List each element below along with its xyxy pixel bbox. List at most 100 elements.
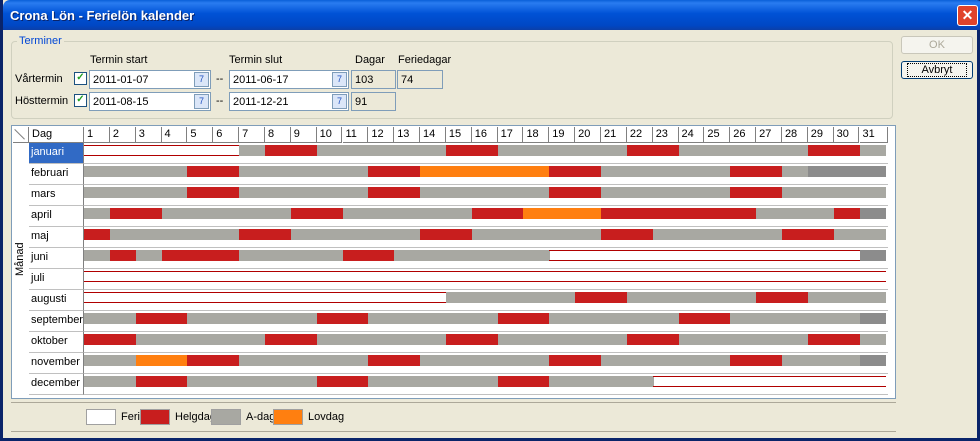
day-cell[interactable]	[626, 355, 654, 366]
day-cell[interactable]	[575, 334, 602, 345]
day-cell[interactable]	[109, 376, 137, 387]
day-cell[interactable]	[135, 166, 163, 177]
day-cell[interactable]	[523, 166, 551, 177]
hosttermin-end-field[interactable]: 2011-12-21 7	[229, 92, 349, 111]
day-cell-ferie[interactable]	[290, 281, 318, 282]
day-cell[interactable]	[678, 166, 706, 177]
day-cell-ferie[interactable]	[833, 376, 861, 377]
day-cell[interactable]	[730, 166, 758, 177]
day-cell-ferie[interactable]	[678, 260, 706, 261]
day-cell[interactable]	[290, 334, 318, 345]
day-cell[interactable]	[471, 313, 499, 324]
day-cell-ferie[interactable]	[859, 271, 887, 272]
month-label-februari[interactable]: februari	[29, 164, 84, 185]
day-cell[interactable]	[730, 355, 758, 366]
month-label-juni[interactable]: juni	[29, 248, 84, 269]
day-cell[interactable]	[84, 313, 111, 324]
day-cell[interactable]	[471, 292, 499, 303]
day-cell[interactable]	[652, 355, 680, 366]
day-cell-ferie[interactable]	[471, 281, 499, 282]
day-cell-ferie[interactable]	[781, 260, 809, 261]
day-cell[interactable]	[601, 313, 628, 324]
month-label-augusti[interactable]: augusti	[29, 290, 84, 311]
day-cell[interactable]	[497, 250, 525, 261]
day-cell[interactable]	[342, 250, 370, 261]
day-cell-ferie[interactable]	[187, 292, 215, 293]
day-cell[interactable]	[161, 250, 189, 261]
day-cell[interactable]	[704, 355, 732, 366]
day-cell[interactable]	[652, 313, 680, 324]
day-cell[interactable]	[342, 334, 370, 345]
day-cell[interactable]	[368, 229, 396, 240]
day-cell[interactable]	[678, 313, 706, 324]
day-cell-ferie[interactable]	[497, 281, 525, 282]
day-cell[interactable]	[445, 229, 473, 240]
day-cell[interactable]	[239, 250, 266, 261]
day-cell[interactable]	[161, 376, 189, 387]
day-cell-ferie[interactable]	[109, 292, 137, 293]
day-cell-ferie[interactable]	[549, 271, 577, 272]
day-cell[interactable]	[135, 376, 163, 387]
day-cell[interactable]	[471, 208, 499, 219]
day-cell[interactable]	[549, 355, 577, 366]
day-cell[interactable]	[264, 313, 292, 324]
day-cell[interactable]	[807, 187, 835, 198]
day-cell[interactable]	[833, 145, 861, 156]
day-cell[interactable]	[523, 208, 551, 219]
day-cell[interactable]	[342, 187, 370, 198]
day-cell-ferie[interactable]	[109, 155, 137, 156]
title-bar[interactable]: Crona Lön - Ferielön kalender ✕	[3, 0, 980, 30]
day-cell-ferie[interactable]	[84, 302, 111, 303]
day-cell[interactable]	[342, 229, 370, 240]
day-cell[interactable]	[84, 376, 111, 387]
day-cell[interactable]	[316, 355, 344, 366]
day-cell[interactable]	[575, 208, 602, 219]
day-cell-ferie[interactable]	[833, 281, 861, 282]
day-cell[interactable]	[601, 355, 628, 366]
day-cell-ferie[interactable]	[859, 281, 887, 282]
day-cell[interactable]	[678, 187, 706, 198]
day-cell[interactable]	[601, 334, 628, 345]
day-cell[interactable]	[756, 355, 783, 366]
day-cell-ferie[interactable]	[652, 260, 680, 261]
cancel-button[interactable]: Avbryt	[901, 61, 973, 79]
day-cell[interactable]	[368, 166, 396, 177]
day-cell[interactable]	[833, 334, 861, 345]
day-cell[interactable]	[368, 313, 396, 324]
day-cell[interactable]	[135, 313, 163, 324]
day-cell[interactable]	[445, 292, 473, 303]
day-cell[interactable]	[213, 208, 241, 219]
day-cell[interactable]	[316, 166, 344, 177]
calendar-icon[interactable]: 7	[332, 94, 347, 109]
day-cell[interactable]	[756, 208, 783, 219]
day-cell-ferie[interactable]	[756, 281, 783, 282]
day-cell-ferie[interactable]	[187, 271, 215, 272]
day-cell[interactable]	[859, 208, 887, 219]
day-cell[interactable]	[445, 376, 473, 387]
day-cell[interactable]	[575, 166, 602, 177]
day-cell[interactable]	[781, 334, 809, 345]
day-cell[interactable]	[394, 229, 422, 240]
day-cell-ferie[interactable]	[781, 281, 809, 282]
day-cell[interactable]	[471, 250, 499, 261]
day-cell-ferie[interactable]	[678, 376, 706, 377]
day-cell-ferie[interactable]	[187, 302, 215, 303]
day-cell[interactable]	[471, 355, 499, 366]
day-cell[interactable]	[109, 355, 137, 366]
day-cell-ferie[interactable]	[601, 281, 628, 282]
day-cell[interactable]	[781, 145, 809, 156]
day-cell[interactable]	[704, 145, 732, 156]
day-cell[interactable]	[704, 229, 732, 240]
day-cell[interactable]	[859, 145, 887, 156]
day-cell[interactable]	[756, 229, 783, 240]
day-cell[interactable]	[523, 187, 551, 198]
day-cell[interactable]	[730, 292, 758, 303]
day-cell[interactable]	[420, 187, 447, 198]
day-cell[interactable]	[549, 376, 577, 387]
day-cell-ferie[interactable]	[394, 281, 422, 282]
day-cell[interactable]	[601, 229, 628, 240]
day-cell-ferie[interactable]	[626, 281, 654, 282]
day-cell[interactable]	[756, 145, 783, 156]
close-icon[interactable]: ✕	[957, 5, 978, 26]
day-cell-ferie[interactable]	[213, 145, 241, 146]
